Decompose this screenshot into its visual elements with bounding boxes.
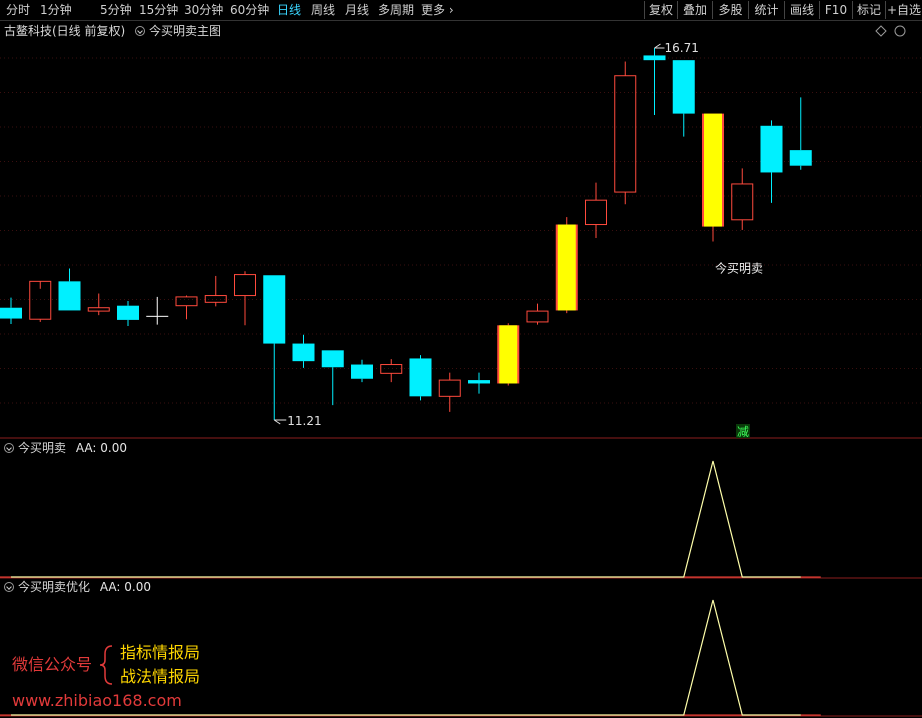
up-candle-body xyxy=(175,296,198,307)
up-candle-body xyxy=(731,183,754,221)
up-candle-body xyxy=(585,199,607,226)
down-candle-body xyxy=(789,150,812,166)
up-candle-body xyxy=(438,379,461,397)
account-2: 战法情报局 xyxy=(120,667,201,686)
down-candle-body xyxy=(146,315,169,317)
down-candle-body xyxy=(643,55,666,61)
up-candle-body xyxy=(526,310,549,323)
up-candle-body xyxy=(204,295,227,303)
down-candle-body xyxy=(409,358,432,397)
candlestick-chart[interactable]: 16.7111.21今买明卖减 xyxy=(0,0,922,718)
high-price-label: 16.71 xyxy=(665,41,699,55)
down-candle-body xyxy=(263,275,286,344)
down-candle-body xyxy=(117,305,139,320)
up-candle-body xyxy=(380,364,403,374)
signal-label: 今买明卖 xyxy=(715,260,763,275)
website-link[interactable]: www.zhibiao168.com xyxy=(12,692,182,710)
signal-candle-body xyxy=(704,113,722,227)
sub-panel-1-aa: AA: 0.00 xyxy=(75,441,127,455)
sub-panel-2-aa: AA: 0.00 xyxy=(99,580,151,594)
down-candle-body xyxy=(58,281,81,311)
low-marker-arrow xyxy=(273,419,287,425)
down-candle-body xyxy=(760,125,783,173)
sub-panel-1-line xyxy=(11,460,801,578)
signal-candle-body xyxy=(499,325,518,384)
wechat-label: 微信公众号 xyxy=(12,655,93,674)
down-candle-body xyxy=(351,364,373,379)
down-candle-body xyxy=(0,307,22,319)
account-1: 指标情报局 xyxy=(120,643,201,662)
reduce-label: 减 xyxy=(737,425,749,439)
sub-panel-1-header: 今买明卖 AA: 0.00 xyxy=(4,441,127,456)
sub-panel-1-title: 今买明卖 xyxy=(18,441,67,455)
down-candle-body xyxy=(292,343,315,362)
down-candle-body xyxy=(672,60,695,114)
up-candle-body xyxy=(87,307,110,312)
sub-panel-2-title: 今买明卖优化 xyxy=(18,580,91,594)
sub-panel-2-header: 今买明卖优化 AA: 0.00 xyxy=(4,580,151,595)
high-marker-arrow xyxy=(654,43,665,49)
down-candle-body xyxy=(321,350,344,368)
chevron-down-icon[interactable] xyxy=(4,582,14,592)
up-candle-body xyxy=(614,75,637,193)
low-price-label: 11.21 xyxy=(287,414,321,428)
up-candle-body xyxy=(234,274,256,297)
down-candle-body xyxy=(468,380,490,384)
chevron-down-icon[interactable] xyxy=(4,443,14,453)
signal-candle-body xyxy=(557,224,576,311)
